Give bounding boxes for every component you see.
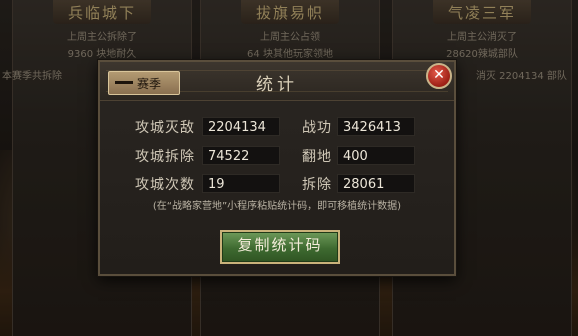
dialog-header: 赛季 统计	[100, 62, 454, 101]
demolish-label: 拆除	[302, 177, 332, 193]
flip-land-label: 翻地	[302, 149, 332, 165]
siege-kills-value: 2204134	[202, 117, 280, 136]
statistics-dialog: 赛季 统计 攻城灭敌 2204134 战功 3426413 攻城拆除 74522…	[98, 60, 456, 276]
flip-land-value: 400	[337, 146, 415, 165]
siege-count-value: 19	[202, 174, 280, 193]
merit-value: 3426413	[337, 117, 415, 136]
siege-demolish-value: 74522	[202, 146, 280, 165]
dialog-title: 统计	[256, 75, 298, 95]
siege-kills-label: 攻城灭敌	[135, 120, 195, 136]
siege-demolish-label: 攻城拆除	[135, 149, 195, 165]
close-icon[interactable]: ✕	[426, 63, 452, 89]
siege-count-label: 攻城次数	[135, 177, 195, 193]
copy-stats-code-button[interactable]: 复制统计码	[220, 230, 340, 264]
demolish-value: 28061	[337, 174, 415, 193]
merit-label: 战功	[302, 120, 332, 136]
hint-text: (在“战略家营地”小程序粘贴统计码，即可移植统计数据)	[152, 201, 402, 212]
